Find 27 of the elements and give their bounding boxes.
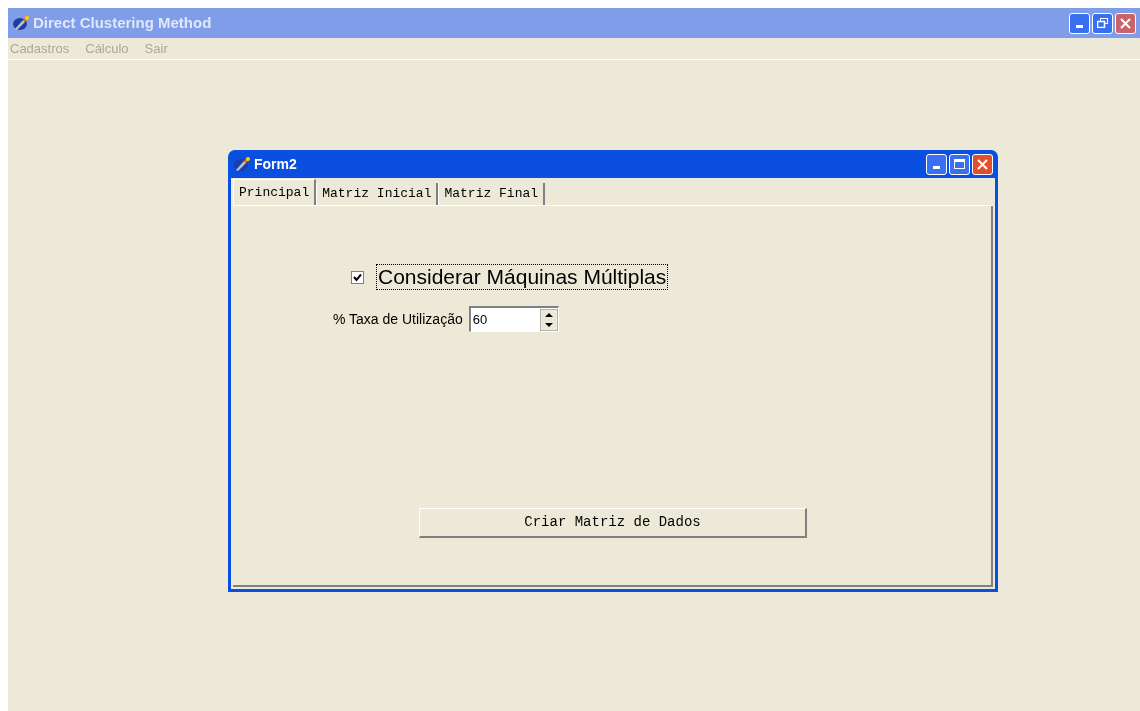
spin-arrows-icon[interactable] [539, 308, 558, 331]
minimize-icon [1076, 24, 1083, 28]
close-icon [977, 158, 988, 170]
maximize-icon [954, 159, 965, 169]
minimize-button[interactable] [926, 153, 947, 175]
field-value: 60 [471, 310, 489, 329]
checkbox[interactable] [351, 270, 364, 284]
window-title: Direct Clustering Method [33, 12, 213, 33]
field-label: % Taxa de Utilização [333, 309, 463, 329]
torch-icon [233, 156, 251, 172]
tab[interactable]: Principal [233, 179, 317, 205]
close-button[interactable] [972, 153, 993, 175]
minimize-button[interactable] [1069, 12, 1090, 34]
maximize-button[interactable] [949, 153, 970, 175]
window-title: Form2 [254, 154, 298, 174]
spinner-field[interactable]: 60 [468, 306, 559, 332]
checkbox-label: Considerar Máquinas Múltiplas [376, 264, 669, 290]
tab[interactable]: Matriz Final [438, 183, 546, 205]
torch-icon [12, 15, 30, 31]
minimize-icon [933, 165, 940, 169]
close-button[interactable] [1115, 12, 1136, 34]
create-matrix-button[interactable]: Criar Matriz de Dados [419, 508, 807, 538]
restore-button[interactable] [1092, 12, 1113, 34]
restore-icon [1097, 18, 1108, 28]
close-icon [1120, 17, 1131, 29]
check-icon [353, 272, 362, 282]
tab[interactable]: Matriz Inicial [316, 183, 439, 205]
